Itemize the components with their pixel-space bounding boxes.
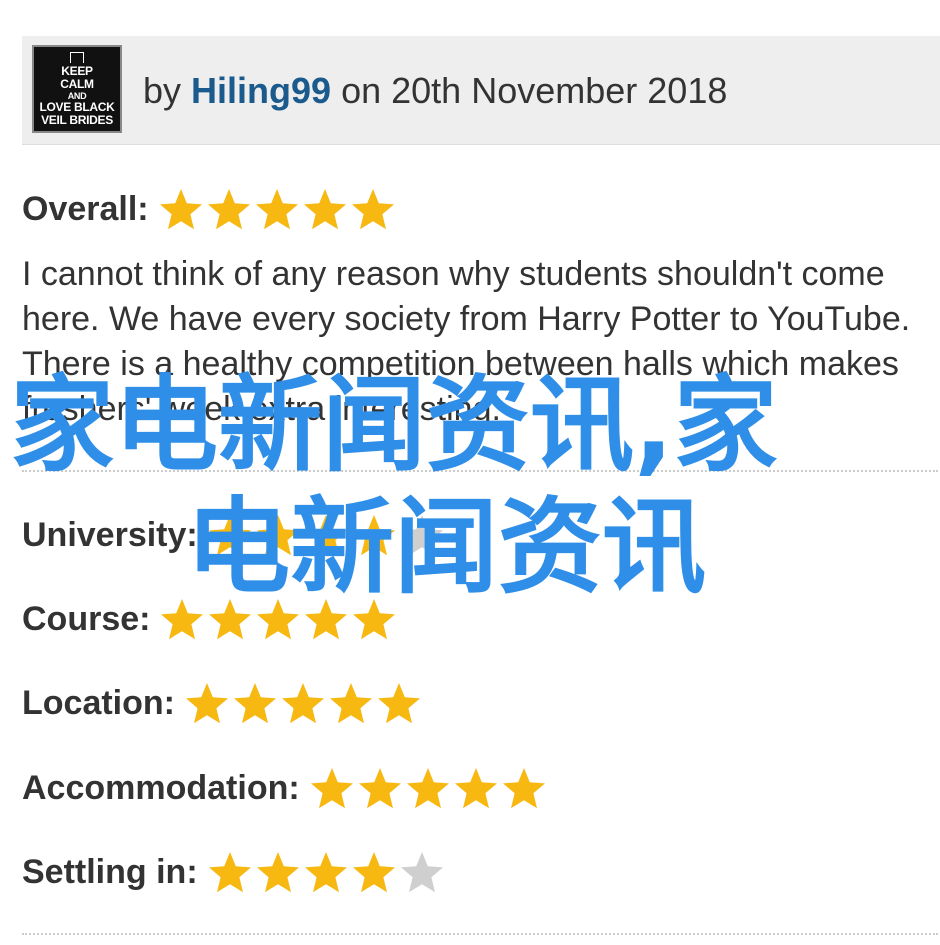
review-byline: by Hiling99 on 20th November 2018 <box>143 70 727 112</box>
avatar[interactable]: KEEP CALM AND LOVE BLACK VEIL BRIDES <box>32 45 122 133</box>
rating-label: Settling in: <box>22 853 198 891</box>
star-rating <box>308 765 548 811</box>
star-filled-icon <box>159 189 202 230</box>
rating-label: University: <box>22 516 198 554</box>
star-filled-icon <box>208 852 251 893</box>
by-prefix: by <box>143 70 182 111</box>
star-filled-icon <box>303 189 346 230</box>
divider <box>22 933 938 935</box>
star-rating <box>183 680 423 726</box>
rating-settling-in: Settling in: <box>22 849 446 895</box>
rating-label: Location: <box>22 684 175 722</box>
star-filled-icon <box>454 768 497 809</box>
star-filled-icon <box>256 852 299 893</box>
rating-accommodation: Accommodation: <box>22 765 548 811</box>
star-filled-icon <box>502 768 545 809</box>
star-filled-icon <box>281 683 324 724</box>
star-rating <box>206 849 446 895</box>
star-empty-icon <box>400 852 443 893</box>
rating-label: Accommodation: <box>22 769 300 807</box>
star-filled-icon <box>310 768 353 809</box>
star-rating <box>157 186 397 232</box>
watermark-text: 电新闻资讯 <box>186 486 707 608</box>
rating-overall: Overall: <box>22 186 397 232</box>
avatar-text-line: AND <box>67 90 87 101</box>
rating-label: Course: <box>22 600 151 638</box>
star-filled-icon <box>352 852 395 893</box>
star-filled-icon <box>233 683 276 724</box>
star-filled-icon <box>406 768 449 809</box>
star-filled-icon <box>207 189 250 230</box>
star-filled-icon <box>351 189 394 230</box>
avatar-text-line: LOVE BLACK <box>39 99 115 114</box>
author-link[interactable]: Hiling99 <box>191 70 331 111</box>
watermark-text: 家电新闻资讯,家 <box>10 364 778 486</box>
star-filled-icon <box>255 189 298 230</box>
rating-label: Overall: <box>22 190 149 228</box>
star-filled-icon <box>329 683 372 724</box>
crown-icon <box>70 51 84 63</box>
avatar-text-line: CALM <box>60 76 94 91</box>
avatar-text-line: VEIL BRIDES <box>41 112 113 127</box>
star-filled-icon <box>304 852 347 893</box>
avatar-text-line: KEEP <box>61 63 93 78</box>
star-filled-icon <box>377 683 420 724</box>
rating-location: Location: <box>22 680 423 726</box>
review-header: KEEP CALM AND LOVE BLACK VEIL BRIDES by … <box>22 36 940 145</box>
star-filled-icon <box>185 683 228 724</box>
star-filled-icon <box>358 768 401 809</box>
review-date: on 20th November 2018 <box>341 70 728 111</box>
